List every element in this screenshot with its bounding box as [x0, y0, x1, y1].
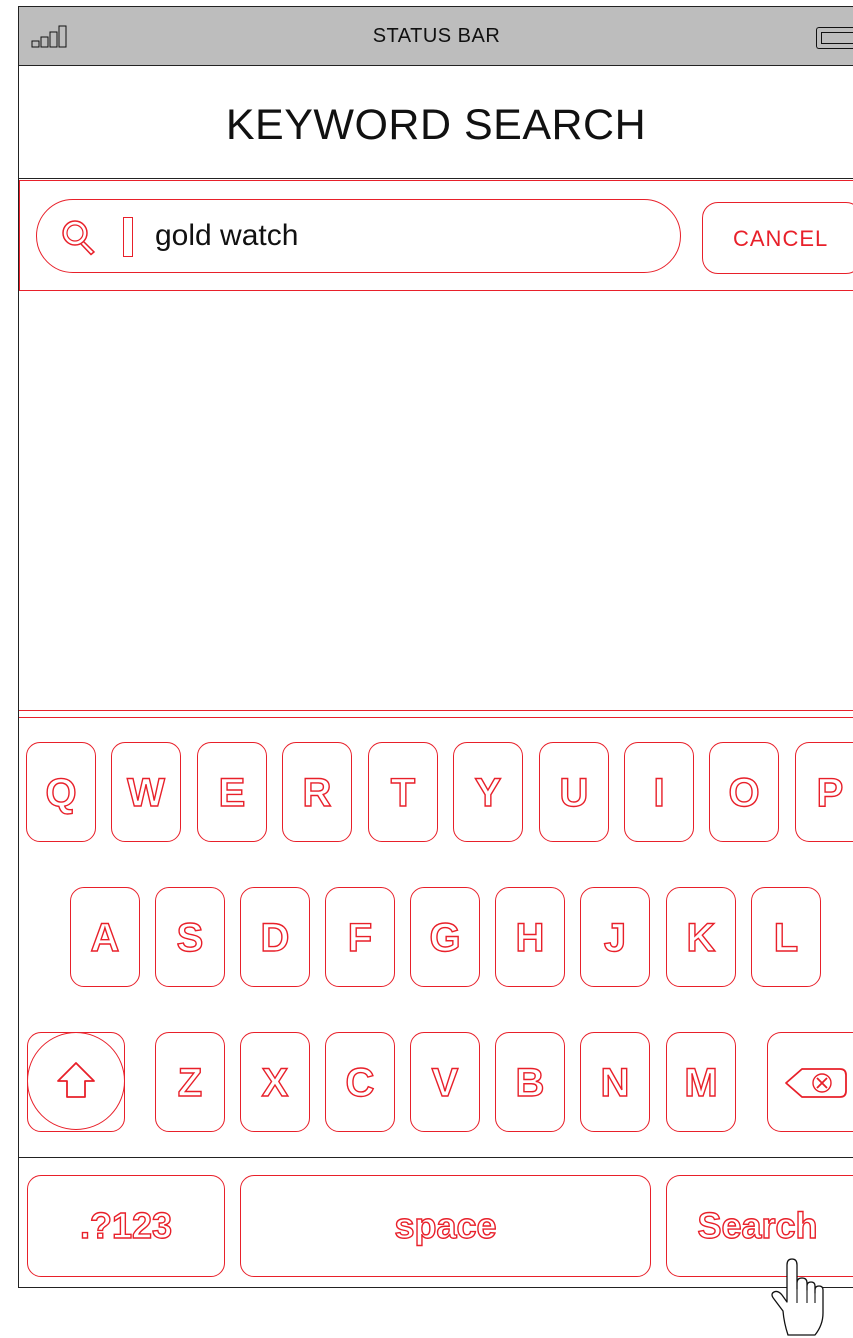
key-h[interactable]: H	[495, 887, 565, 987]
key-r[interactable]: R	[282, 742, 352, 842]
backspace-icon	[785, 1068, 847, 1098]
key-o[interactable]: O	[709, 742, 779, 842]
key-z[interactable]: Z	[155, 1032, 225, 1132]
key-c[interactable]: C	[325, 1032, 395, 1132]
status-bar-title: STATUS BAR	[372, 25, 501, 47]
search-query-text[interactable]: gold watch	[155, 200, 298, 272]
key-f[interactable]: F	[325, 887, 395, 987]
pointer-hand-icon	[771, 1258, 824, 1336]
key-e[interactable]: E	[197, 742, 267, 842]
key-m[interactable]: M	[666, 1032, 736, 1132]
key-g[interactable]: G	[410, 887, 480, 987]
key-q[interactable]: Q	[26, 742, 96, 842]
search-bar-row: gold watch CANCEL	[19, 180, 853, 291]
page-title: KEYWORD SEARCH	[19, 65, 853, 179]
key-k[interactable]: K	[666, 887, 736, 987]
search-icon	[62, 220, 96, 256]
key-x[interactable]: X	[240, 1032, 310, 1132]
keyboard-divider	[19, 710, 853, 711]
shift-key-outline	[27, 1032, 125, 1130]
backspace-key[interactable]	[767, 1032, 853, 1132]
status-bar: STATUS BAR	[19, 7, 853, 66]
key-s[interactable]: S	[155, 887, 225, 987]
space-key[interactable]: space	[240, 1175, 651, 1277]
key-t[interactable]: T	[368, 742, 438, 842]
search-input[interactable]: gold watch	[36, 199, 681, 273]
key-n[interactable]: N	[580, 1032, 650, 1132]
keyboard-divider	[19, 717, 853, 718]
key-u[interactable]: U	[539, 742, 609, 842]
keyboard-bottom-divider	[19, 1157, 853, 1158]
key-y[interactable]: Y	[453, 742, 523, 842]
key-j[interactable]: J	[580, 887, 650, 987]
key-w[interactable]: W	[111, 742, 181, 842]
numbers-key[interactable]: .?123	[27, 1175, 225, 1277]
key-b[interactable]: B	[495, 1032, 565, 1132]
phone-frame: STATUS BAR KEYWORD SEARCH gold watch CAN…	[18, 6, 853, 1288]
text-cursor	[123, 217, 133, 257]
key-p[interactable]: P	[795, 742, 853, 842]
key-l[interactable]: L	[751, 887, 821, 987]
key-a[interactable]: A	[70, 887, 140, 987]
key-v[interactable]: V	[410, 1032, 480, 1132]
cancel-button[interactable]: CANCEL	[702, 202, 853, 274]
key-i[interactable]: I	[624, 742, 694, 842]
battery-icon	[816, 27, 853, 49]
shift-icon	[57, 1062, 95, 1098]
key-d[interactable]: D	[240, 887, 310, 987]
